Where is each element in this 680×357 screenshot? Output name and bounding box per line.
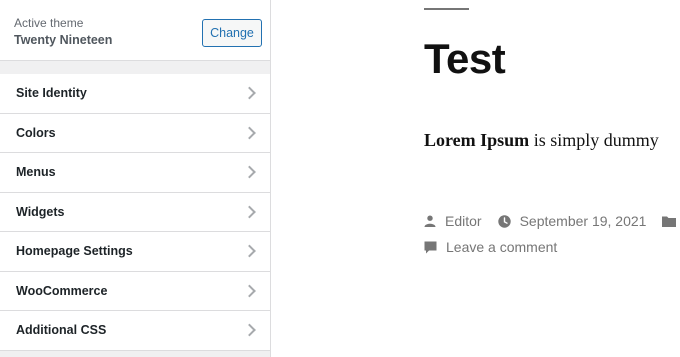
date-link[interactable]: September 19, 2021: [520, 213, 647, 229]
post-excerpt: Lorem Ipsum is simply dummy: [424, 129, 659, 151]
menu-item-label: Widgets: [16, 204, 65, 219]
post-title[interactable]: Test: [424, 34, 506, 84]
chevron-right-icon: [243, 323, 256, 337]
customizer-sidebar: Active theme Twenty Nineteen Change Site…: [0, 0, 271, 357]
post-comments: Leave a comment: [424, 239, 573, 255]
leave-comment-link[interactable]: Leave a comment: [446, 239, 557, 255]
person-icon: [424, 215, 436, 227]
menu-item-label: Colors: [16, 125, 56, 140]
change-theme-button[interactable]: Change: [202, 19, 262, 47]
post-author: Editor: [424, 213, 482, 229]
menu-item-site-identity[interactable]: Site Identity: [0, 74, 270, 114]
chevron-right-icon: [243, 244, 256, 258]
menu-item-label: WooCommerce: [16, 283, 108, 298]
clock-icon: [497, 214, 511, 228]
title-divider: [424, 8, 469, 10]
menu-item-colors[interactable]: Colors: [0, 113, 270, 153]
comment-icon: [424, 241, 437, 253]
menu-item-menus[interactable]: Menus: [0, 153, 270, 193]
panel-separator: [0, 62, 270, 74]
menu-item-additional-css[interactable]: Additional CSS: [0, 311, 270, 351]
excerpt-bold: Lorem Ipsum: [424, 130, 530, 150]
excerpt-text: is simply dummy: [529, 130, 659, 150]
active-theme-label: Active theme: [14, 16, 84, 30]
folder-icon: [662, 216, 677, 227]
chevron-right-icon: [243, 86, 256, 100]
post-date: September 19, 2021: [497, 213, 647, 229]
customizer-menu: Site Identity Colors Menus Widgets Homep…: [0, 74, 270, 351]
menu-item-homepage-settings[interactable]: Homepage Settings: [0, 232, 270, 272]
comment-meta: Leave a comment: [424, 239, 557, 255]
menu-item-label: Site Identity: [16, 86, 87, 101]
chevron-right-icon: [243, 165, 256, 179]
post-meta: Editor September 19, 2021: [424, 213, 680, 229]
chevron-right-icon: [243, 205, 256, 219]
menu-item-label: Menus: [16, 165, 56, 180]
menu-item-woocommerce[interactable]: WooCommerce: [0, 271, 270, 311]
chevron-right-icon: [243, 284, 256, 298]
menu-item-label: Homepage Settings: [16, 244, 133, 259]
post-category: [662, 215, 680, 227]
active-theme-name: Twenty Nineteen: [14, 33, 113, 47]
author-link[interactable]: Editor: [445, 213, 482, 229]
chevron-right-icon: [243, 126, 256, 140]
active-theme-panel: Active theme Twenty Nineteen Change: [0, 0, 270, 61]
site-preview: Test Lorem Ipsum is simply dummy Editor …: [272, 0, 680, 357]
menu-item-widgets[interactable]: Widgets: [0, 192, 270, 232]
menu-item-label: Additional CSS: [16, 323, 107, 338]
